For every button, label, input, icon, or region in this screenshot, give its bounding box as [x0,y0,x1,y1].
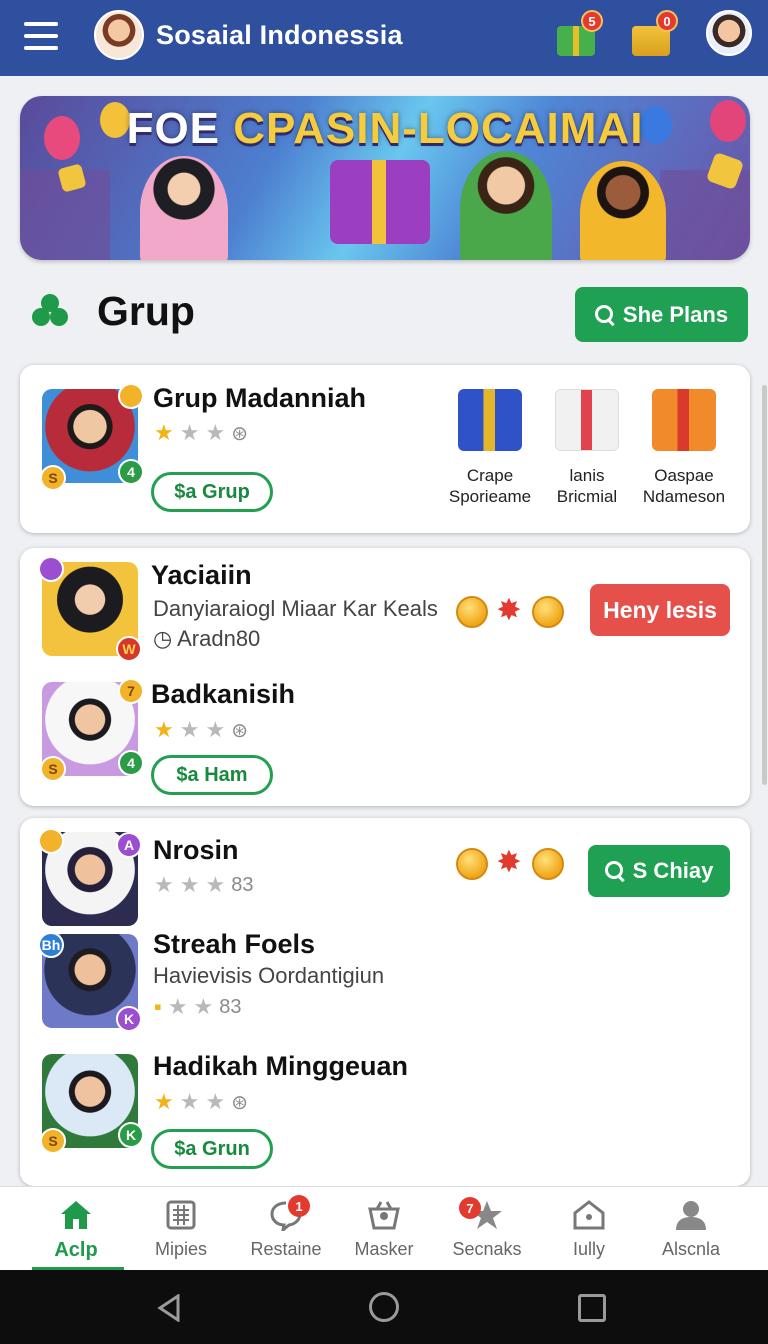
rating-stars: ★ ★ ★ 83 [154,872,254,897]
clock-icon: ◷ [153,626,178,651]
nav-item-home[interactable]: Aclp [26,1187,126,1271]
member-avatar: A [38,828,142,926]
chat-button[interactable]: S Chiay [588,845,730,897]
banner-title: FOE CPASIN-LOCAIMAI [126,104,644,153]
search-plans-button[interactable]: She Plans [575,287,748,342]
present-box-icon[interactable]: 0 [630,10,678,58]
app-title: Sosaial Indonessia [156,20,403,50]
member-avatar: W [38,556,142,662]
member-name: Yaciaiin [151,560,252,590]
banner-character-kid [580,161,666,260]
join-group-button[interactable]: $a Grun [151,1129,273,1169]
group-name: Grup Madanniah [153,383,367,413]
profile-icon [676,1201,706,1230]
action-button[interactable]: Heny lesis [590,584,730,636]
group-avatar: S 4 [40,383,144,491]
box-badge: 0 [656,10,678,32]
gift-item[interactable]: lanis Bricmial [539,389,635,507]
group-card[interactable]: A Nrosin ★ ★ ★ 83 ✸ S Chiay Bh K Streah Foe… [20,818,750,1186]
system-navigation-bar [0,1270,768,1344]
home-button-icon[interactable] [369,1292,399,1322]
coin-icon [532,596,564,628]
member-name: Nrosin [153,835,239,865]
grid-icon [166,1200,196,1230]
nav-item-favorites[interactable]: 7 Secnaks [437,1187,537,1271]
group-card[interactable]: S 4 Grup Madanniah ★ ★ ★ ⊛ $a Grup Crape Spo… [20,365,750,533]
sparkle-icon: ✸ [496,846,522,879]
user-avatar[interactable] [706,10,752,56]
menu-icon[interactable] [24,22,58,50]
sparkle-icon: ✸ [496,594,522,627]
scrollbar[interactable] [762,385,767,785]
member-name: Badkanisih [151,679,296,709]
gift-badge: 5 [581,10,603,32]
search-icon [594,304,615,325]
group-card[interactable]: W Yaciaiin Danyiaraiogl Miaar Kar Keals … [20,548,750,806]
gift-box-icon [652,389,716,451]
promo-banner[interactable]: FOE CPASIN-LOCAIMAI [20,96,750,260]
rating-stars: ▪ ★ ★ 83 [154,994,242,1019]
gift-item[interactable]: Crape Sporieame [442,389,538,507]
coin-icon [456,596,488,628]
member-avatar: Bh K [38,932,142,1032]
nav-item-basket[interactable]: Masker [334,1187,434,1271]
gift-box-icon [458,389,522,451]
coin-icon [456,848,488,880]
nav-item-profile[interactable]: Alscnla [641,1187,741,1271]
member-meta: ◷ Aradn80 [153,626,261,651]
banner-gift-illustration [330,160,430,244]
section-title: Grup [97,288,195,334]
back-icon[interactable] [156,1294,182,1322]
recent-apps-icon[interactable] [578,1294,606,1322]
member-avatar: 7 S 4 [40,678,144,782]
bottom-navigation: Aclp Mipies 1 Restaine Masker 7 Secnaks … [0,1186,768,1270]
join-group-button[interactable]: $a Grup [151,472,273,512]
home-icon [61,1201,91,1229]
nav-item-chat[interactable]: 1 Restaine [236,1187,336,1271]
gift-box-icon [555,389,619,451]
rating-stars: ★ ★ ★ ⊛ [154,1089,248,1114]
join-button[interactable]: $a Ham [151,755,273,795]
house-icon [573,1200,605,1230]
member-name: Hadikah Minggeuan [153,1051,409,1081]
gift-icon[interactable]: 5 [555,10,603,58]
rating-stars: ★ ★ ★ ⊛ [154,420,248,445]
rating-stars: ★ ★ ★ ⊛ [154,717,248,742]
app-logo-avatar [94,10,144,60]
coin-icon [532,848,564,880]
group-icon [28,294,72,334]
search-icon [604,861,625,881]
member-name: Streah Foels [153,929,316,959]
banner-character-girl [140,156,228,260]
member-subtitle: Danyiaraiogl Miaar Kar Keals [153,596,438,621]
member-avatar: S K [40,1054,144,1154]
basket-icon [368,1201,400,1230]
member-subtitle: Havievisis Oordantigiun [153,963,385,988]
app-bar: Sosaial Indonessia 5 0 [0,0,768,76]
gift-item[interactable]: Oasрae Ndameson [636,389,732,507]
banner-character-boy [460,151,552,260]
nav-item-house[interactable]: Iully [539,1187,639,1271]
nav-item-menu[interactable]: Mipies [131,1187,231,1271]
